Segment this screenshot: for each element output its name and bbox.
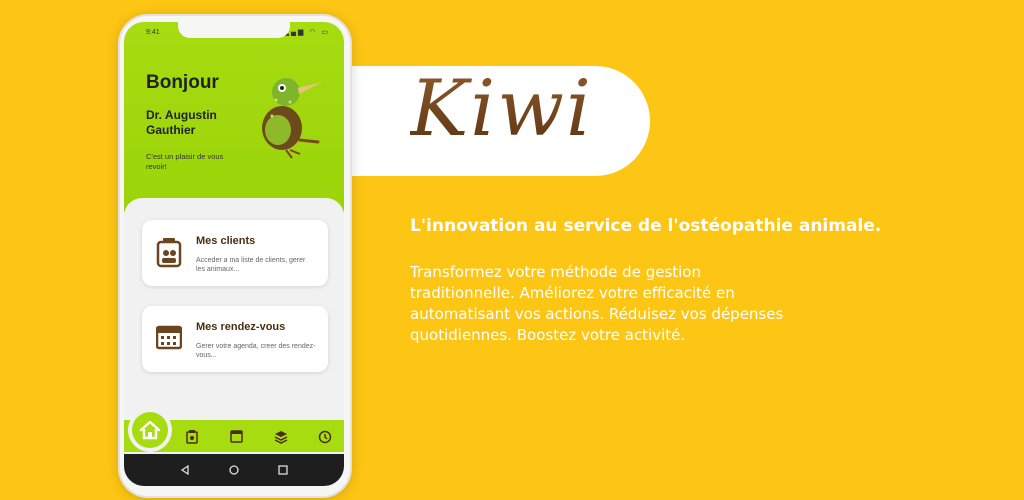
phone-notch: [178, 22, 290, 38]
status-time: 9:41: [146, 28, 160, 36]
kiwi-mascot-icon: [262, 78, 322, 159]
home-circle-icon[interactable]: [229, 465, 239, 475]
description: Transformez votre méthode de gestion tra…: [410, 263, 784, 344]
doctor-name: Dr. Augustin Gauthier: [146, 108, 217, 137]
card-subtitle: Acceder a ma liste de clients, gerer les…: [196, 257, 306, 273]
greeting: Bonjour: [146, 72, 219, 93]
card-title: Mes clients: [196, 235, 256, 247]
card-mes-clients[interactable]: Mes clients Acceder a ma liste de client…: [142, 220, 328, 286]
calendar-icon: [156, 325, 182, 350]
card-mes-rendez-vous[interactable]: Mes rendez-vous Gerer votre agenda, cree…: [142, 306, 328, 372]
status-icons: ▂▄▆ ◠ ▭: [283, 29, 330, 36]
tagline: L'innovation au service de l'ostéopathie…: [410, 216, 882, 236]
nav-clients-icon[interactable]: [186, 430, 198, 444]
brand-logo-text: Kiwi: [410, 64, 593, 154]
clients-icon: [156, 238, 182, 268]
nav-calendar-icon[interactable]: [230, 430, 243, 443]
recents-icon[interactable]: [278, 465, 288, 475]
app-header: Bonjour Dr. Augustin Gauthier C'est un p…: [124, 22, 344, 212]
card-subtitle: Gerer votre agenda, creer des rendez-vou…: [196, 343, 316, 359]
phone-screen: Bonjour Dr. Augustin Gauthier C'est un p…: [124, 22, 344, 486]
home-icon: [139, 420, 161, 440]
card-title: Mes rendez-vous: [196, 321, 286, 333]
system-nav-bar: [124, 454, 344, 486]
nav-layers-icon[interactable]: [274, 430, 288, 444]
nav-settings-icon[interactable]: [318, 430, 332, 444]
welcome-text: C'est un plaisir de vous revoir!: [146, 152, 224, 171]
content-area: Mes clients Acceder a ma liste de client…: [124, 198, 344, 408]
nav-home-button[interactable]: [128, 408, 172, 452]
back-icon[interactable]: [180, 465, 190, 475]
